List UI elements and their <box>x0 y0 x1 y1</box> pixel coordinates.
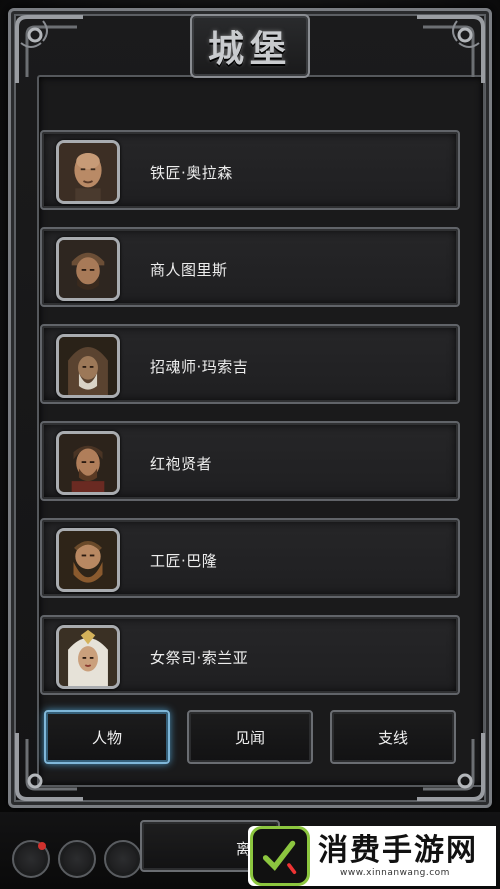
dwarf-craftsman-portrait-icon <box>56 528 120 592</box>
priestess-portrait-icon <box>56 625 120 689</box>
npc-row-sage[interactable]: 红袍贤者 <box>40 421 460 501</box>
tab-stories[interactable]: 见闻 <box>187 710 313 764</box>
npc-row-blacksmith[interactable]: 铁匠·奥拉森 <box>40 130 460 210</box>
watermark-title: 消费手游网 <box>318 833 478 868</box>
npc-name: 招魂师·玛索吉 <box>150 358 249 376</box>
tab-characters[interactable]: 人物 <box>44 710 170 764</box>
watermark-url: www.xinnanwang.com <box>340 868 450 878</box>
hooded-elder-portrait-icon <box>56 334 120 398</box>
npc-name: 商人图里斯 <box>150 261 228 279</box>
menu-round-button[interactable] <box>104 840 142 878</box>
npc-name: 铁匠·奥拉森 <box>150 164 233 182</box>
npc-row-craftsman[interactable]: 工匠·巴隆 <box>40 518 460 598</box>
title-plate: 城堡 <box>190 14 310 78</box>
npc-list: 铁匠·奥拉森 商人图里斯 招魂师·玛索吉 红袍贤者 工匠·巴隆 女祭司·索兰亚 <box>40 130 460 712</box>
npc-name: 红袍贤者 <box>150 455 213 473</box>
npc-name: 工匠·巴隆 <box>150 552 218 570</box>
watermark: 消费手游网 www.xinnanwang.com <box>248 826 496 886</box>
menu-round-button[interactable] <box>12 840 50 878</box>
npc-name: 女祭司·索兰亚 <box>150 649 249 667</box>
page-title: 城堡 <box>207 28 292 70</box>
bearded-sage-portrait-icon <box>56 431 120 495</box>
npc-row-necromancer[interactable]: 招魂师·玛索吉 <box>40 324 460 404</box>
ornament-corner-icon <box>413 13 487 87</box>
turban-merchant-portrait-icon <box>56 237 120 301</box>
npc-row-priestess[interactable]: 女祭司·索兰亚 <box>40 615 460 695</box>
menu-round-button[interactable] <box>58 840 96 878</box>
check-logo-icon <box>250 826 310 886</box>
tab-side-quests[interactable]: 支线 <box>330 710 456 764</box>
ornament-corner-icon <box>13 13 87 87</box>
bald-man-portrait-icon <box>56 140 120 204</box>
watermark-text: 消费手游网 www.xinnanwang.com <box>318 833 478 879</box>
npc-row-merchant[interactable]: 商人图里斯 <box>40 227 460 307</box>
notification-dot <box>38 842 46 850</box>
tab-bar: 人物 见闻 支线 <box>44 710 456 766</box>
